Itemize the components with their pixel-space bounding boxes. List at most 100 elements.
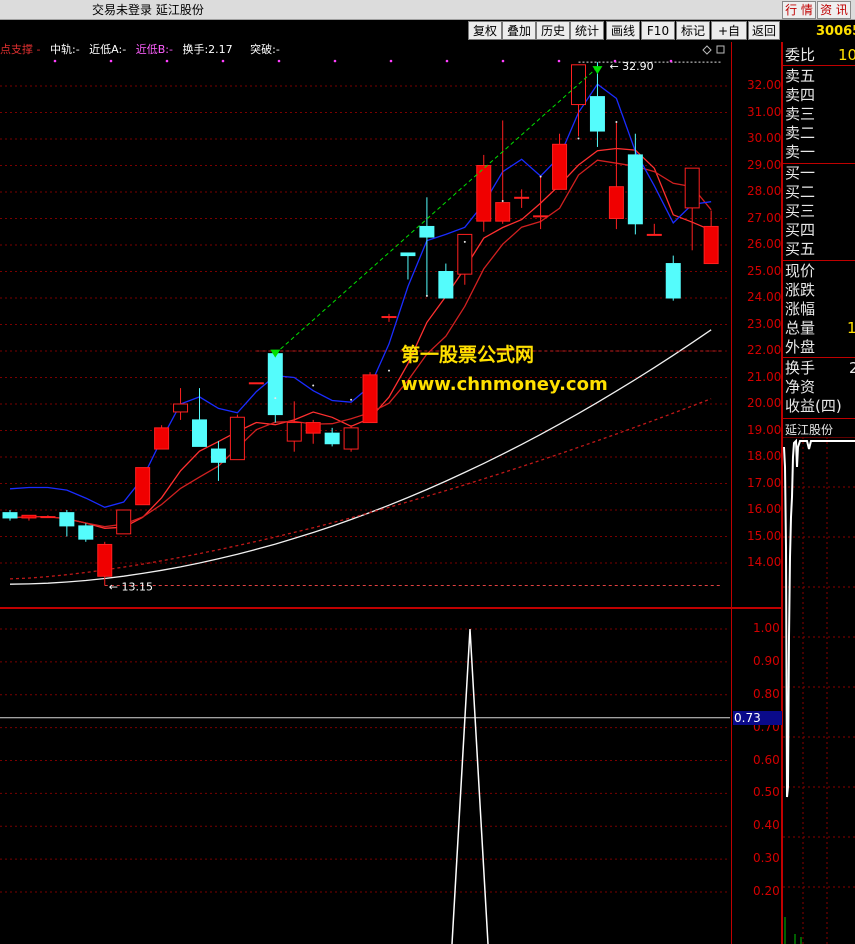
lower-tick-label: 0.20 (753, 884, 780, 898)
candle-body[interactable] (2, 512, 18, 519)
stat-change-pct: 涨幅 (785, 300, 816, 318)
candle-body[interactable] (21, 514, 37, 519)
tool-fuquan[interactable]: 复权 (468, 21, 502, 40)
panel-sep-1 (783, 65, 855, 66)
candle-body[interactable] (343, 427, 359, 450)
candle-body[interactable] (608, 186, 624, 219)
panel-sep-4 (783, 357, 855, 358)
signal-dot (557, 59, 561, 63)
signal-dot (165, 59, 169, 63)
buy-4: 买四 (785, 221, 816, 239)
candle-body[interactable] (571, 64, 586, 106)
band-dot (463, 240, 466, 243)
price-tick-label: 22.00 (747, 343, 782, 357)
candle-body[interactable] (305, 422, 321, 434)
signal-dot (221, 59, 225, 63)
signal-dot (613, 59, 617, 63)
price-tick-label: 19.00 (747, 422, 782, 437)
lower-tick-label: 0.50 (753, 785, 780, 800)
candle-body[interactable] (476, 165, 492, 222)
price-tick-label: 24.00 (747, 290, 782, 304)
signal-dot (445, 59, 449, 63)
mini-intraday-chart (783, 437, 855, 944)
tool-overlay[interactable]: 叠加 (502, 21, 536, 40)
stat-volume-value: 1 (847, 319, 855, 337)
candle-body[interactable] (286, 422, 302, 442)
tool-mark[interactable]: 标记 (676, 21, 710, 40)
tool-history[interactable]: 历史 (536, 21, 570, 40)
candle-body[interactable] (533, 215, 549, 218)
candle-body[interactable] (514, 196, 530, 199)
candle-body[interactable] (59, 512, 75, 527)
buy-3: 买三 (785, 202, 816, 220)
candle-body[interactable] (646, 233, 662, 236)
tool-add-watchlist[interactable]: +自选 (711, 21, 747, 57)
price-tick-label: 30.00 (747, 131, 782, 145)
high-annotation: ← 32.90 (609, 60, 653, 73)
candle-body[interactable] (267, 353, 283, 416)
lower-tick-label: 0.30 (753, 851, 780, 866)
candle-body[interactable] (192, 419, 207, 447)
candle-body[interactable] (173, 403, 189, 413)
band-dot (388, 369, 390, 372)
tool-back[interactable]: 返回 (748, 21, 780, 40)
signal-dot (277, 59, 281, 63)
low-annotation: ← 13.15 (109, 581, 153, 594)
candle-body[interactable] (78, 525, 94, 540)
candle-body[interactable] (552, 143, 568, 190)
candle-body[interactable] (381, 316, 397, 319)
trend-line (274, 67, 598, 355)
candle-body[interactable] (97, 543, 113, 577)
candle-body[interactable] (665, 263, 681, 299)
diamond-icon[interactable] (702, 45, 712, 55)
candle-body[interactable] (495, 202, 511, 222)
candle-body[interactable] (154, 427, 170, 450)
lower-indicator-spike (451, 628, 489, 944)
price-tick-label: 21.00 (747, 369, 782, 384)
candle-body[interactable] (135, 467, 151, 506)
candle-body[interactable] (589, 96, 605, 132)
band-dot (501, 200, 504, 203)
candle-body[interactable] (210, 448, 226, 463)
lower-tick-label: 0.90 (753, 653, 780, 668)
candle-body[interactable] (324, 432, 340, 445)
tool-f10[interactable]: F10 (641, 21, 675, 40)
sell-1: 卖一 (785, 143, 816, 161)
stat-turnover-value: 2 (849, 359, 855, 377)
candle-body[interactable] (40, 516, 56, 519)
price-tick-label: 18.00 (747, 449, 782, 463)
stat-change: 涨跌 (785, 281, 816, 299)
candle-body[interactable] (419, 225, 435, 238)
buy-5: 买五 (785, 240, 816, 258)
quote-button[interactable]: 行 情 (782, 1, 816, 19)
stat-volume: 总量 (785, 319, 816, 337)
candle-body[interactable] (627, 154, 643, 225)
candle-body[interactable] (684, 167, 700, 209)
lower-tick-label: 0.40 (753, 818, 780, 833)
watermark-url: www.chnmoney.com (401, 374, 608, 395)
price-chart[interactable]: ← 32.90 ← 13.15 (0, 42, 732, 944)
candle-body[interactable] (438, 271, 454, 299)
candle-body[interactable] (362, 374, 378, 424)
buy-1: 买一 (785, 164, 816, 182)
ma-short-line (9, 147, 712, 529)
band-dot (425, 294, 428, 297)
sell-3: 卖三 (785, 105, 816, 123)
price-tick-label: 15.00 (747, 528, 782, 543)
price-tick-label: 16.00 (747, 502, 782, 516)
news-button[interactable]: 资 讯 (817, 1, 851, 19)
candle-body[interactable] (116, 509, 132, 535)
candle-body[interactable] (457, 233, 473, 275)
tool-draw[interactable]: 画线 (606, 21, 640, 40)
candle-body[interactable] (400, 252, 416, 257)
price-tick-label: 29.00 (747, 157, 782, 172)
candle-body[interactable] (703, 225, 719, 265)
candle-body[interactable] (248, 382, 264, 385)
square-icon[interactable] (716, 45, 725, 54)
candle-body[interactable] (229, 416, 245, 461)
window-title: 交易未登录 延江股份 (92, 3, 204, 17)
stock-code: 30065 (816, 24, 855, 39)
tool-stats[interactable]: 统计 (570, 21, 604, 40)
lower-tick-label: 1.00 (753, 621, 780, 635)
axis-divider (731, 42, 732, 944)
